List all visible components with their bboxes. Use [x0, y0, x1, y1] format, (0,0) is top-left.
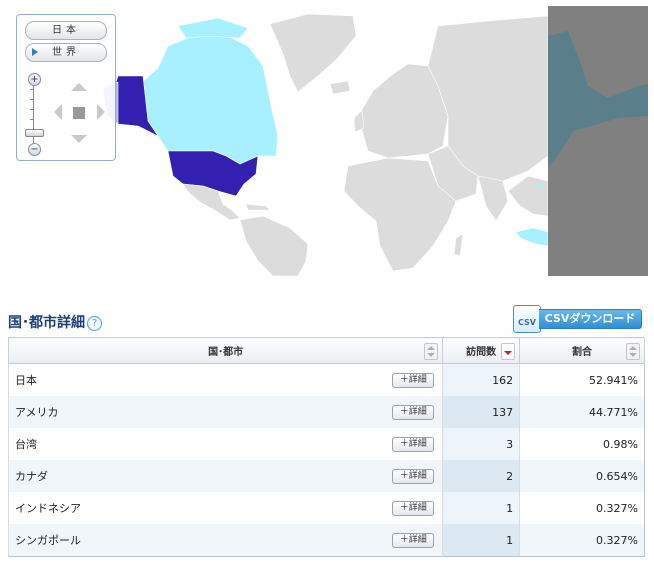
row-ratio: 0.98%: [519, 428, 645, 460]
detail-button[interactable]: ＋詳細: [392, 405, 435, 420]
csv-download-button[interactable]: CSV CSVダウンロード: [513, 305, 643, 333]
column-header-ratio-label: 割合: [572, 347, 593, 358]
world-view-button[interactable]: 世界: [25, 43, 107, 62]
table-row: シンガポール ＋詳細 1 0.327%: [7, 524, 645, 557]
detail-button[interactable]: ＋詳細: [392, 469, 435, 484]
help-icon[interactable]: ?: [87, 316, 102, 331]
csv-download-label: CSVダウンロード: [539, 309, 642, 329]
row-ratio: 52.941%: [519, 363, 645, 396]
pan-right-icon[interactable]: [97, 104, 105, 120]
row-ratio: 0.654%: [519, 460, 645, 492]
pan-center-button[interactable]: [73, 107, 85, 119]
play-icon: [32, 48, 38, 56]
row-visits: 2: [442, 460, 520, 492]
row-name-cell: 日本 ＋詳細: [7, 363, 443, 396]
row-name: アメリカ: [15, 406, 59, 419]
column-header-visits-label: 訪問数: [466, 347, 497, 358]
pan-up-icon[interactable]: [71, 83, 87, 91]
row-name-cell: 台湾 ＋詳細: [7, 428, 443, 460]
sort-icon[interactable]: [424, 343, 439, 360]
india-shape: [477, 175, 509, 222]
table-row: 台湾 ＋詳細 3 0.98%: [7, 428, 645, 460]
column-header-visits[interactable]: 訪問数: [442, 337, 521, 364]
detail-button[interactable]: ＋詳細: [392, 533, 435, 548]
indonesia-shape: [515, 227, 549, 247]
zoom-tick: [30, 89, 34, 90]
row-name: 台湾: [15, 438, 37, 451]
table-row: カナダ ＋詳細 2 0.654%: [7, 460, 645, 492]
table-header-row: 国･都市 訪問数 割合: [7, 337, 645, 364]
row-name-cell: アメリカ ＋詳細: [7, 396, 443, 428]
world-map[interactable]: 日本 世界 + −: [8, 6, 648, 276]
row-name-cell: シンガポール ＋詳細: [7, 524, 443, 557]
row-visits: 1: [442, 492, 520, 524]
csv-file-icon: CSV: [513, 305, 541, 333]
canada-islands-shape: [177, 17, 249, 39]
map-controls-panel: 日本 世界 + −: [16, 14, 116, 161]
row-visits: 3: [442, 428, 520, 460]
iceland-shape: [329, 80, 351, 95]
japan-view-button[interactable]: 日本: [25, 21, 107, 40]
column-header-name[interactable]: 国･都市: [7, 337, 444, 364]
table-row: 日本 ＋詳細 162 52.941%: [7, 363, 645, 396]
south-america-shape: [239, 215, 309, 276]
row-visits: 162: [442, 363, 520, 396]
pan-left-icon[interactable]: [54, 104, 62, 120]
table-row: インドネシア ＋詳細 1 0.327%: [7, 492, 645, 524]
zoom-in-button[interactable]: +: [28, 73, 41, 86]
taiwan-shape: [537, 183, 543, 189]
madagascar-shape: [453, 233, 464, 257]
zoom-out-button[interactable]: −: [28, 143, 41, 156]
row-ratio: 0.327%: [519, 524, 645, 557]
sort-icon[interactable]: [626, 343, 640, 360]
row-name: シンガポール: [15, 534, 81, 547]
row-name-cell: カナダ ＋詳細: [7, 460, 443, 492]
table-row: アメリカ ＋詳細 137 44.771%: [7, 396, 645, 428]
row-name: インドネシア: [15, 502, 81, 515]
zoom-tick: [30, 99, 34, 100]
detail-button[interactable]: ＋詳細: [392, 501, 435, 516]
row-visits: 1: [442, 524, 520, 557]
canada-shape: [137, 33, 279, 165]
section-title-text: 国･都市詳細: [8, 315, 85, 331]
row-name: 日本: [15, 374, 37, 387]
sort-descending-icon[interactable]: [501, 343, 516, 360]
zoom-tick: [30, 109, 34, 110]
greenland-shape: [269, 13, 357, 93]
detail-button[interactable]: ＋詳細: [392, 437, 435, 452]
detail-button[interactable]: ＋詳細: [392, 373, 435, 388]
zoom-slider-handle[interactable]: [25, 129, 44, 137]
pan-down-icon[interactable]: [71, 135, 87, 143]
row-name: カナダ: [15, 470, 48, 483]
japan-view-label: 日本: [52, 25, 80, 36]
row-ratio: 44.771%: [519, 396, 645, 428]
column-header-name-label: 国･都市: [208, 347, 244, 358]
se-asia-shape: [507, 175, 549, 217]
row-name-cell: インドネシア ＋詳細: [7, 492, 443, 524]
row-visits: 137: [442, 396, 520, 428]
zoom-tick: [30, 119, 34, 120]
uk-shape: [353, 109, 365, 133]
column-header-ratio[interactable]: 割合: [519, 337, 645, 364]
country-city-table: 国･都市 訪問数 割合 日本 ＋詳細 162 52.941% アメリカ ＋詳細 …: [7, 337, 645, 557]
world-view-label: 世界: [52, 47, 80, 58]
section-title: 国･都市詳細?: [8, 312, 102, 332]
row-ratio: 0.327%: [519, 492, 645, 524]
caribbean-shape: [245, 203, 271, 211]
